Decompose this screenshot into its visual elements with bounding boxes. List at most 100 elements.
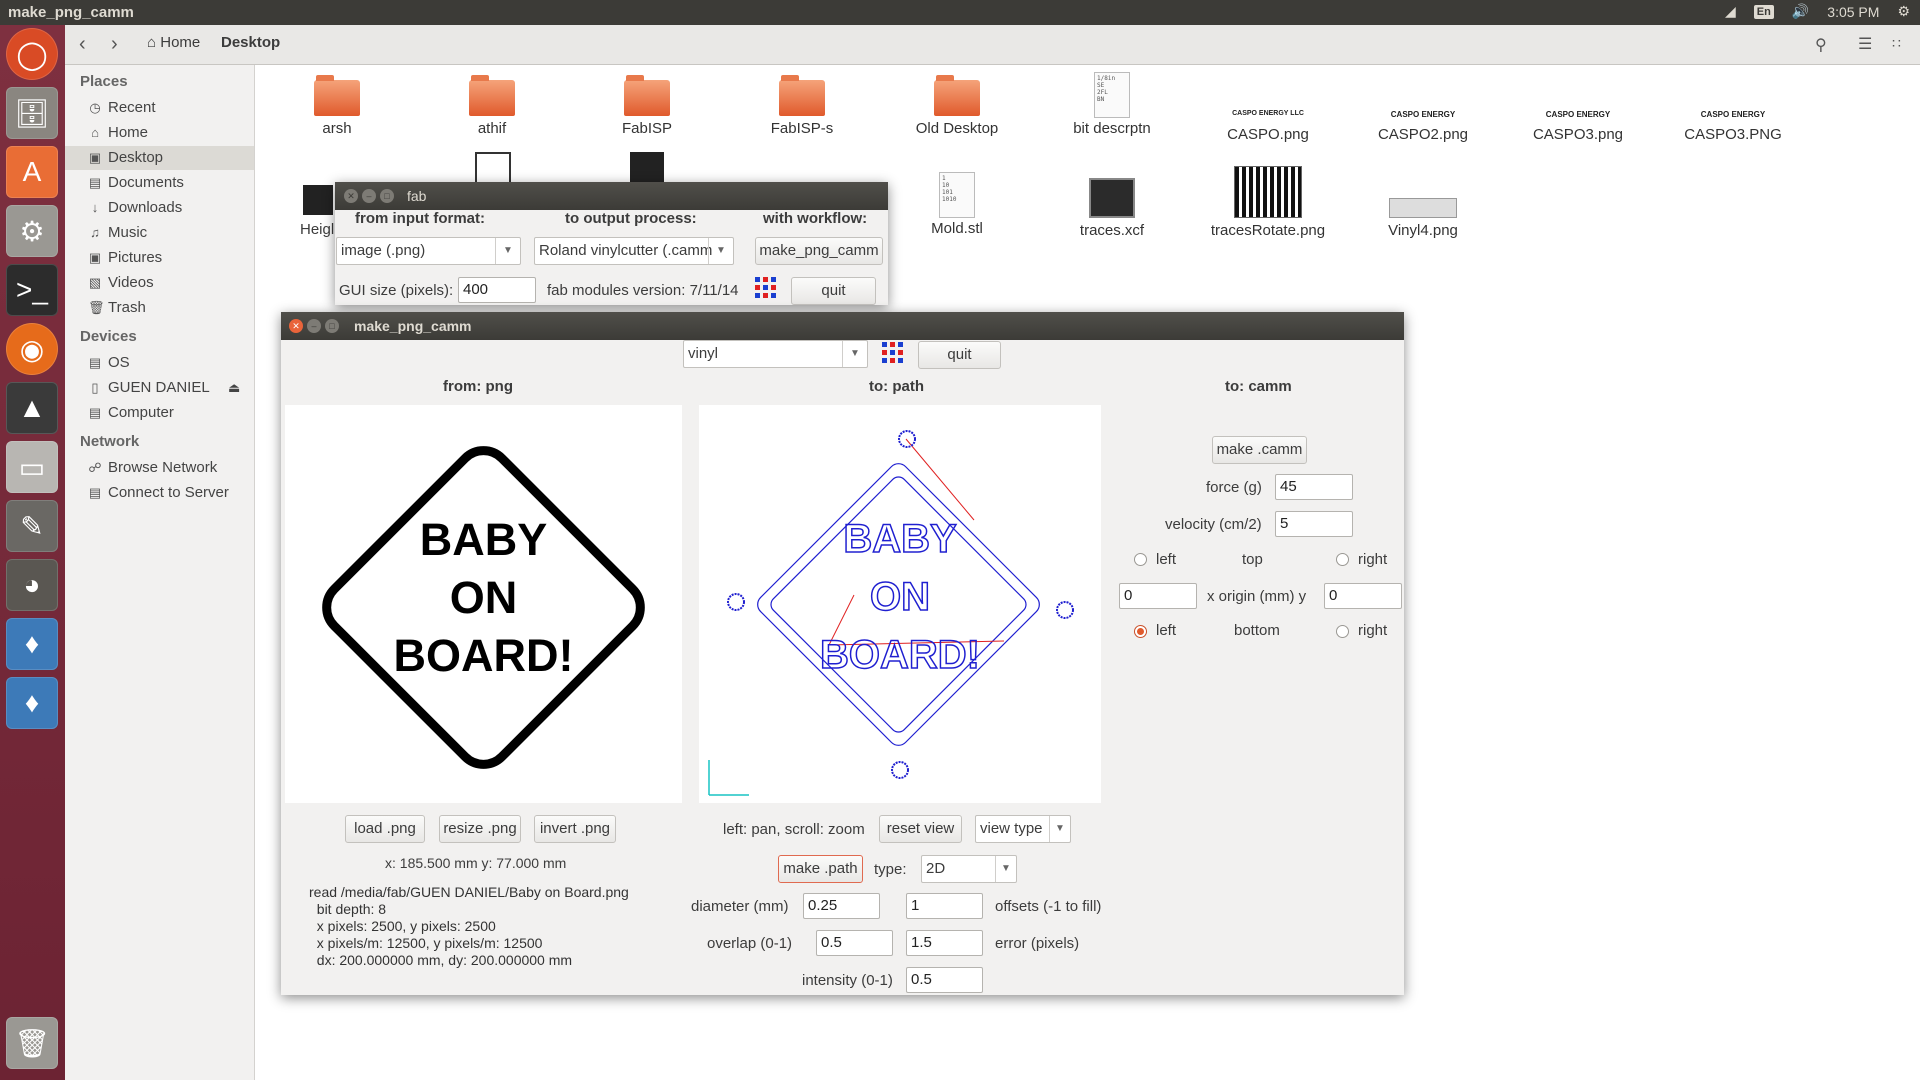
file-item[interactable]: tracesRotate.png <box>1203 166 1333 239</box>
view-type-select[interactable]: view type ▼ <box>975 815 1071 843</box>
file-item[interactable]: traces.xcf <box>1047 178 1177 239</box>
sidebar-item-guen-daniel[interactable]: ▯ GUEN DANIEL ⏏ <box>65 376 254 400</box>
folder-icon <box>469 75 515 116</box>
minimize-icon[interactable]: – <box>362 189 376 203</box>
sidebar-item-music[interactable]: ♫ Music <box>65 221 254 245</box>
breadcrumb-home[interactable]: ⌂ Home <box>147 34 200 51</box>
force-input[interactable]: 45 <box>1275 474 1353 500</box>
invert-png-button[interactable]: invert .png <box>534 815 616 843</box>
file-item[interactable]: CASPO ENERGY CASPO2.png <box>1358 110 1488 143</box>
eject-icon[interactable]: ⏏ <box>228 376 240 400</box>
intensity-input[interactable]: 0.5 <box>906 967 983 993</box>
close-icon[interactable]: ✕ <box>289 319 303 333</box>
y-origin-input[interactable]: 0 <box>1324 583 1402 609</box>
velocity-input[interactable]: 5 <box>1275 511 1353 537</box>
volume-icon[interactable]: 🔊 <box>1792 3 1809 20</box>
image-thumbnail[interactable] <box>475 152 511 186</box>
maximize-icon[interactable]: □ <box>325 319 339 333</box>
wifi-icon[interactable]: ◢ <box>1725 3 1736 20</box>
settings-icon[interactable]: ⚙ <box>6 205 58 257</box>
drive-icon: ▤ <box>88 355 102 370</box>
sidebar-item-computer[interactable]: ▤ Computer <box>65 401 254 425</box>
software-center-icon[interactable]: A <box>6 146 58 198</box>
sidebar-item-trash[interactable]: 🗑 Trash <box>65 296 254 320</box>
back-icon[interactable]: ‹ <box>79 33 86 56</box>
file-name[interactable]: Heigl <box>300 221 334 238</box>
file-item[interactable]: FabISP-s <box>737 75 867 137</box>
input-format-select[interactable]: image (.png) ▼ <box>336 237 521 265</box>
file-item[interactable]: CASPO ENERGY CASPO3.png <box>1513 110 1643 143</box>
search-icon[interactable]: ⚲ <box>1815 35 1827 55</box>
path-type-select[interactable]: 2D ▼ <box>921 855 1017 883</box>
text-editor-icon[interactable]: ✎ <box>6 500 58 552</box>
diameter-input[interactable]: 0.25 <box>803 893 880 919</box>
sidebar-item-desktop[interactable]: ▣ Desktop <box>65 146 254 170</box>
sidebar-item-documents[interactable]: ▤ Documents <box>65 171 254 195</box>
make-camm-button[interactable]: make .camm <box>1212 436 1307 464</box>
terminal-icon[interactable]: >_ <box>6 264 58 316</box>
python-icon[interactable]: ♦ <box>6 677 58 729</box>
origin-top-right-radio[interactable] <box>1336 553 1349 566</box>
image-thumbnail[interactable] <box>630 152 664 182</box>
sidebar-item-label: Home <box>108 124 149 141</box>
inkscape-icon[interactable]: ▲ <box>6 382 58 434</box>
overlap-input[interactable]: 0.5 <box>816 930 893 956</box>
workflow-button[interactable]: make_png_camm <box>755 237 883 265</box>
forward-icon[interactable]: › <box>111 33 118 56</box>
sidebar-item-downloads[interactable]: ↓ Downloads <box>65 196 254 220</box>
file-item[interactable]: Old Desktop <box>892 75 1022 137</box>
sidebar-item-connect-server[interactable]: ▤ Connect to Server <box>65 481 254 505</box>
fab-quit-button[interactable]: quit <box>791 277 876 305</box>
load-png-button[interactable]: load .png <box>345 815 425 843</box>
output-process-value: Roland vinylcutter (.camm <box>539 242 713 259</box>
origin-top-left-radio[interactable] <box>1134 553 1147 566</box>
material-select[interactable]: vinyl ▼ <box>683 340 868 368</box>
camm-quit-button[interactable]: quit <box>918 341 1001 369</box>
path-preview-canvas[interactable]: BABY ON BOARD! <box>699 405 1101 803</box>
gui-size-input[interactable]: 400 <box>458 277 536 303</box>
file-item[interactable]: CASPO ENERGY LLC CASPO.png <box>1203 110 1333 143</box>
sidebar-item-videos[interactable]: ▧ Videos <box>65 271 254 295</box>
sidebar-item-recent[interactable]: ◷ Recent <box>65 96 254 120</box>
file-item[interactable]: athif <box>427 75 557 137</box>
menu-icon[interactable]: ☰ <box>1858 34 1872 54</box>
gimp-icon[interactable]: ◕ <box>6 559 58 611</box>
origin-bottom-left-radio[interactable] <box>1134 625 1147 638</box>
sidebar-item-label: Connect to Server <box>108 484 229 501</box>
file-item[interactable]: CASPO ENERGY CASPO3.PNG <box>1668 110 1798 143</box>
keyboard-layout-indicator[interactable]: En <box>1753 4 1774 19</box>
output-process-select[interactable]: Roland vinylcutter (.camm ▼ <box>534 237 734 265</box>
file-item[interactable]: Vinyl4.png <box>1358 198 1488 239</box>
sidebar-item-browse-network[interactable]: ☍ Browse Network <box>65 456 254 480</box>
sidebar-item-pictures[interactable]: ▣ Pictures <box>65 246 254 270</box>
gear-icon[interactable]: ⚙ <box>1897 3 1910 20</box>
files-icon[interactable]: 🗄 <box>6 87 58 139</box>
trash-icon[interactable]: 🗑 <box>6 1017 58 1069</box>
grid-view-icon[interactable]: ∷ <box>1892 35 1901 52</box>
origin-bottom-right-radio[interactable] <box>1336 625 1349 638</box>
clock[interactable]: 3:05 PM <box>1827 4 1879 20</box>
file-item[interactable]: FabISP <box>582 75 712 137</box>
file-item[interactable]: 1 10 101 1010 Mold.stl <box>892 172 1022 237</box>
maximize-icon[interactable]: □ <box>380 189 394 203</box>
breadcrumb-desktop[interactable]: Desktop <box>221 34 280 51</box>
file-item[interactable]: 1/8in SE 2FL BN bit descrptn <box>1047 72 1177 137</box>
x-origin-input[interactable]: 0 <box>1119 583 1197 609</box>
image-thumbnail[interactable] <box>303 185 333 215</box>
file-item[interactable]: arsh <box>272 75 402 137</box>
resize-png-button[interactable]: resize .png <box>439 815 521 843</box>
drive-icon[interactable]: ▭ <box>6 441 58 493</box>
sidebar-item-home[interactable]: ⌂ Home <box>65 121 254 145</box>
minimize-icon[interactable]: – <box>307 319 321 333</box>
reset-view-button[interactable]: reset view <box>879 815 962 843</box>
ubuntu-dash-icon[interactable]: ◯ <box>6 28 58 80</box>
sidebar-item-label: Trash <box>108 299 146 316</box>
firefox-icon[interactable]: ◉ <box>6 323 58 375</box>
offsets-input[interactable]: 1 <box>906 893 983 919</box>
error-input[interactable]: 1.5 <box>906 930 983 956</box>
png-preview-canvas[interactable]: BABY ON BOARD! <box>285 405 682 803</box>
close-icon[interactable]: ✕ <box>344 189 358 203</box>
make-path-button[interactable]: make .path <box>778 855 863 883</box>
sidebar-item-os[interactable]: ▤ OS <box>65 351 254 375</box>
python-icon[interactable]: ♦ <box>6 618 58 670</box>
